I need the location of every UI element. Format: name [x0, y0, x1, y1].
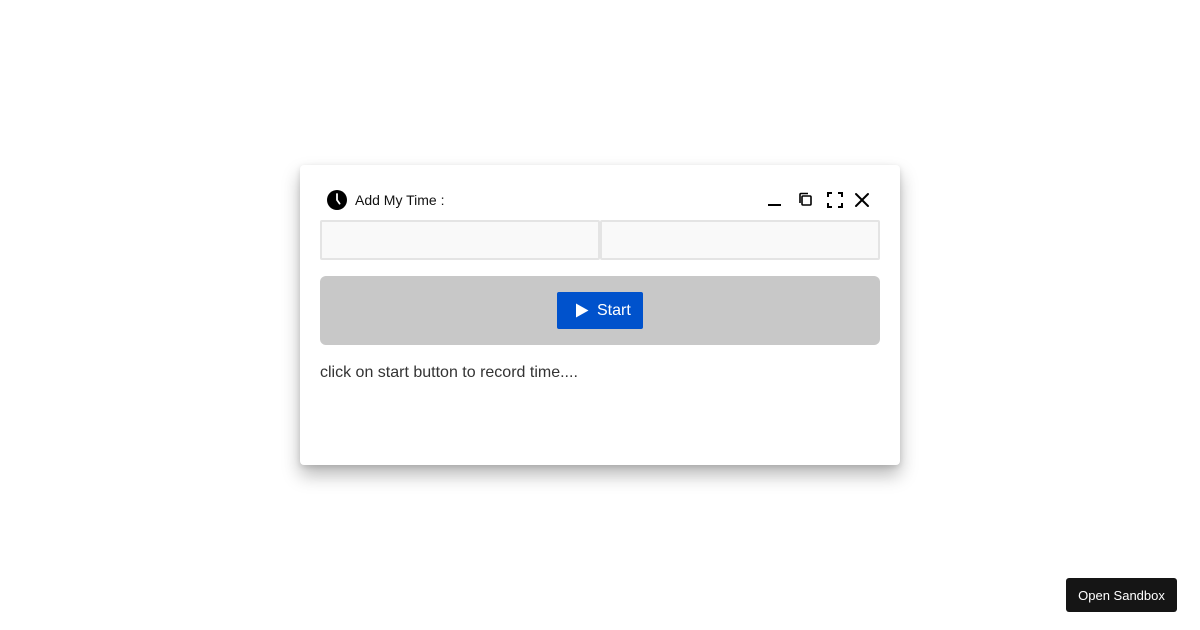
play-icon [575, 303, 589, 318]
maximize-icon [827, 192, 843, 208]
window-titlebar: Add My Time : [300, 165, 900, 221]
start-time-input[interactable] [320, 220, 600, 260]
close-button[interactable] [853, 191, 871, 209]
open-sandbox-button[interactable]: Open Sandbox [1066, 578, 1177, 612]
close-icon [855, 193, 869, 207]
timer-window: Add My Time : Start click on start butto… [300, 165, 900, 465]
hint-text: click on start button to record time.... [320, 364, 578, 381]
restore-icon [799, 192, 812, 206]
action-bar: Start [320, 276, 880, 345]
minimize-button[interactable] [766, 191, 784, 209]
window-title: Add My Time : [355, 192, 445, 208]
time-inputs [320, 220, 880, 260]
start-button[interactable]: Start [557, 292, 643, 329]
start-button-label: Start [597, 302, 631, 319]
restore-button[interactable] [797, 191, 815, 209]
end-time-input[interactable] [600, 220, 880, 260]
maximize-button[interactable] [826, 191, 844, 209]
clock-icon [327, 190, 347, 210]
minimize-icon [768, 204, 781, 206]
